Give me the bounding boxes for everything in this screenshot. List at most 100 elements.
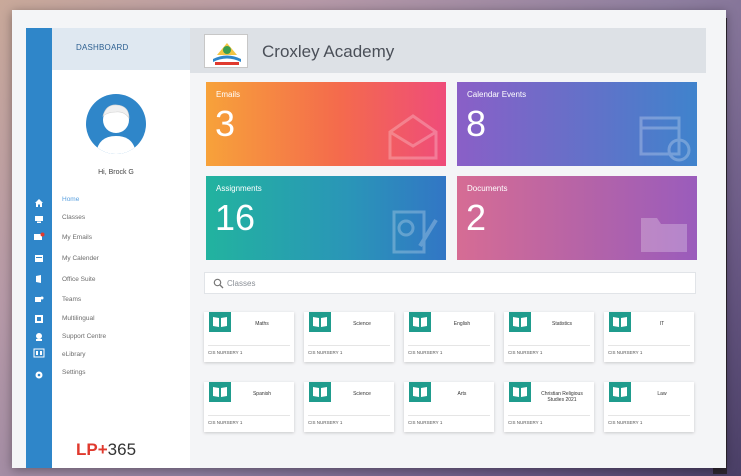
- class-group: CIS NURSERY 1: [408, 420, 443, 425]
- class-name: IT: [659, 321, 665, 327]
- teams-icon[interactable]: [32, 294, 46, 306]
- classes-icon[interactable]: [32, 214, 46, 226]
- sidebar-item-my-calender[interactable]: My Calender: [62, 255, 99, 262]
- class-name: Statistics: [551, 321, 572, 327]
- user-greeting: Hi, Brock G: [98, 169, 134, 176]
- book-icon: [309, 312, 331, 332]
- envelope-icon: [388, 114, 438, 160]
- search-placeholder: Classes: [227, 279, 256, 288]
- class-group: CIS NURSERY 1: [608, 420, 643, 425]
- support-icon[interactable]: [32, 332, 46, 344]
- sidebar-item-support-centre[interactable]: Support Centre: [62, 333, 106, 340]
- class-card[interactable]: Science CIS NURSERY 1: [304, 382, 394, 432]
- book-icon: [609, 312, 631, 332]
- tile-count: 2: [466, 197, 487, 238]
- tile-count: 3: [215, 103, 236, 144]
- class-card[interactable]: Maths CIS NURSERY 1: [204, 312, 294, 362]
- book-icon: [209, 312, 231, 332]
- class-card[interactable]: English CIS NURSERY 1: [404, 312, 494, 362]
- class-card[interactable]: Spanish CIS NURSERY 1: [204, 382, 294, 432]
- sidebar-item-elibrary[interactable]: eLibrary: [62, 351, 85, 358]
- home-icon[interactable]: [32, 198, 46, 210]
- assignments-tile[interactable]: Assignments 16: [206, 176, 446, 260]
- card-divider: [208, 415, 290, 416]
- class-group: CIS NURSERY 1: [508, 420, 543, 425]
- office-icon[interactable]: [32, 274, 46, 286]
- calendar-events-tile[interactable]: Calendar Events 8: [457, 82, 697, 166]
- class-name: Science: [353, 321, 371, 327]
- library-icon[interactable]: [32, 348, 46, 360]
- book-icon: [409, 382, 431, 402]
- brand-logo-suffix: 365: [107, 440, 137, 459]
- search-icon: [213, 278, 224, 289]
- documents-tile[interactable]: Documents 2: [457, 176, 697, 260]
- school-name: Croxley Academy: [262, 42, 395, 61]
- emails-tile[interactable]: Emails 3: [206, 82, 446, 166]
- card-divider: [508, 415, 590, 416]
- folder-icon: [641, 218, 687, 252]
- card-divider: [308, 415, 390, 416]
- book-icon: [509, 312, 531, 332]
- class-group: CIS NURSERY 1: [608, 350, 643, 355]
- calendar-icon[interactable]: [32, 253, 46, 265]
- class-name: Science: [353, 391, 371, 397]
- book-icon: [409, 312, 431, 332]
- sidebar-item-home[interactable]: Home: [62, 196, 79, 203]
- language-icon[interactable]: [32, 314, 46, 326]
- class-search-input[interactable]: Classes: [204, 272, 696, 294]
- class-name: Spanish: [252, 391, 272, 397]
- class-card[interactable]: Law CIS NURSERY 1: [604, 382, 694, 432]
- book-icon: [509, 382, 531, 402]
- calendar-clock-icon: [639, 116, 691, 162]
- class-card[interactable]: Science CIS NURSERY 1: [304, 312, 394, 362]
- sidebar-title[interactable]: DASHBOARD: [52, 28, 190, 70]
- mail-icon[interactable]: [32, 232, 46, 244]
- book-icon: [609, 382, 631, 402]
- gear-icon[interactable]: [32, 370, 46, 382]
- class-group: CIS NURSERY 1: [308, 350, 343, 355]
- tile-count: 16: [215, 197, 256, 238]
- class-name: Arts: [457, 391, 467, 397]
- card-divider: [408, 415, 490, 416]
- class-name: Law: [657, 391, 667, 397]
- book-icon: [309, 382, 331, 402]
- sidebar-item-office-suite[interactable]: Office Suite: [62, 276, 95, 283]
- brand-logo: LP+365: [76, 440, 136, 460]
- sidebar-item-classes[interactable]: Classes: [62, 214, 85, 221]
- tile-label: Emails: [216, 90, 241, 99]
- school-crest-icon: [204, 34, 248, 68]
- class-name: Maths: [255, 321, 269, 327]
- sidebar: DASHBOARD Hi, Brock G Home Classes My Em…: [52, 28, 190, 468]
- assignment-icon: [392, 210, 438, 254]
- class-group: CIS NURSERY 1: [308, 420, 343, 425]
- brand-logo-prefix: LP+: [76, 440, 108, 459]
- class-name: Christian Religious Studies 2021: [541, 391, 583, 403]
- class-card[interactable]: Arts CIS NURSERY 1: [404, 382, 494, 432]
- sidebar-item-my-emails[interactable]: My Emails: [62, 234, 92, 241]
- tile-label: Documents: [467, 184, 508, 193]
- main-content: Croxley Academy Emails 3 Calendar Events…: [190, 28, 706, 468]
- card-divider: [308, 345, 390, 346]
- class-group: CIS NURSERY 1: [508, 350, 543, 355]
- sidebar-item-teams[interactable]: Teams: [62, 296, 81, 303]
- class-card[interactable]: Christian Religious Studies 2021 CIS NUR…: [504, 382, 594, 432]
- class-group: CIS NURSERY 1: [208, 350, 243, 355]
- class-name: English: [453, 321, 471, 327]
- sidebar-item-settings[interactable]: Settings: [62, 369, 86, 376]
- tile-label: Calendar Events: [467, 90, 527, 99]
- class-card[interactable]: Statistics CIS NURSERY 1: [504, 312, 594, 362]
- class-grid: Maths CIS NURSERY 1 Science CIS NURSERY …: [204, 312, 704, 462]
- class-group: CIS NURSERY 1: [408, 350, 443, 355]
- sidebar-item-multilingual[interactable]: Multilingual: [62, 315, 95, 322]
- book-icon: [209, 382, 231, 402]
- class-card[interactable]: IT CIS NURSERY 1: [604, 312, 694, 362]
- card-divider: [608, 415, 690, 416]
- card-divider: [508, 345, 590, 346]
- card-divider: [408, 345, 490, 346]
- card-divider: [208, 345, 290, 346]
- top-bar: Croxley Academy: [190, 28, 706, 73]
- tile-count: 8: [466, 103, 487, 144]
- class-group: CIS NURSERY 1: [208, 420, 243, 425]
- tile-label: Assignments: [216, 184, 262, 193]
- avatar[interactable]: [86, 94, 146, 154]
